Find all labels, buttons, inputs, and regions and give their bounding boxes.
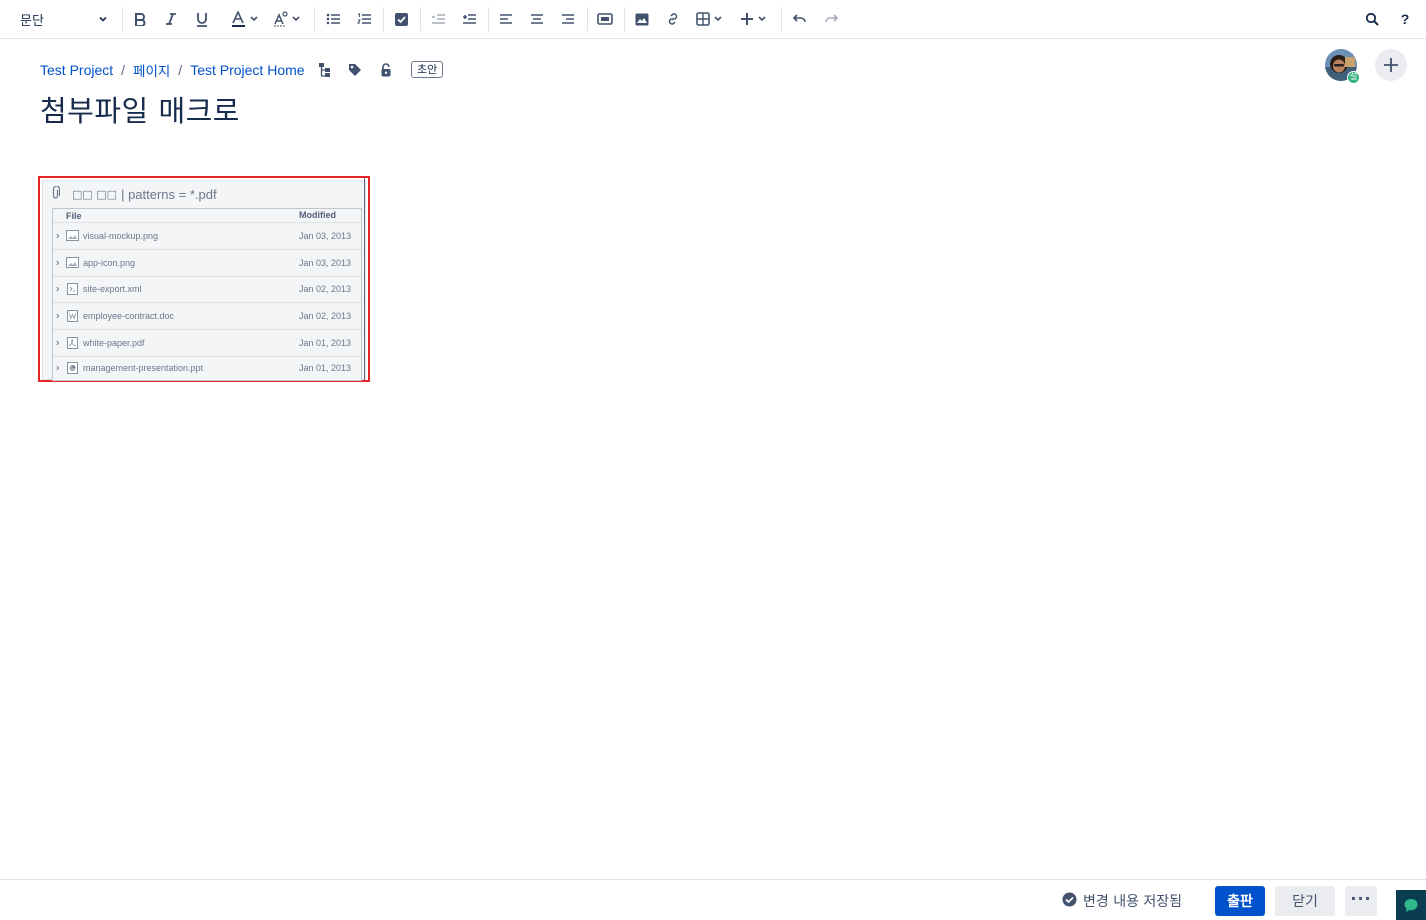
table-row[interactable]: › employee-contract.doc Jan 02, 2013 bbox=[53, 303, 361, 331]
macro-header: □□ □□ | patterns = *.pdf bbox=[51, 184, 217, 203]
chevron-right-icon[interactable]: › bbox=[56, 257, 59, 268]
file-name: app-icon.png bbox=[83, 257, 136, 268]
text-color-icon[interactable] bbox=[228, 6, 262, 32]
unlock-icon[interactable] bbox=[378, 61, 394, 79]
editor-footer: 변경 내용 저장됨 출판 닫기 ··· bbox=[0, 879, 1426, 920]
align-center-icon[interactable] bbox=[527, 6, 547, 32]
table-row[interactable]: › management-presentation.ppt Jan 01, 20… bbox=[53, 357, 361, 380]
plus-icon bbox=[1384, 58, 1398, 72]
avatar-badge: 설 bbox=[1347, 71, 1360, 84]
column-header-file: File bbox=[66, 211, 82, 221]
ppt-file-icon bbox=[66, 362, 79, 375]
macro-params: | patterns = *.pdf bbox=[121, 186, 217, 202]
insert-icon[interactable] bbox=[738, 6, 772, 32]
table-row[interactable]: › white-paper.pdf Jan 01, 2013 bbox=[53, 330, 361, 357]
breadcrumb-item-pages[interactable]: 페이지 bbox=[133, 60, 170, 80]
image-icon[interactable] bbox=[632, 6, 652, 32]
redo-icon[interactable] bbox=[821, 6, 841, 32]
task-list-icon[interactable] bbox=[391, 6, 411, 32]
align-right-icon[interactable] bbox=[558, 6, 578, 32]
word-file-icon bbox=[66, 310, 79, 323]
page-title[interactable]: 첨부파일 매크로 bbox=[40, 88, 240, 130]
text-style-icon[interactable] bbox=[272, 6, 304, 32]
numbered-list-icon[interactable] bbox=[354, 6, 374, 32]
file-date: Jan 02, 2013 bbox=[299, 311, 352, 322]
chevron-right-icon[interactable]: › bbox=[56, 311, 59, 322]
editor-toolbar: 문단 ? bbox=[0, 0, 1426, 39]
page-tree-icon[interactable] bbox=[317, 61, 333, 79]
pdf-file-icon bbox=[66, 337, 79, 350]
file-date: Jan 02, 2013 bbox=[299, 284, 352, 295]
indent-icon[interactable] bbox=[459, 6, 479, 32]
table-row[interactable]: › site-export.xml Jan 02, 2013 bbox=[53, 277, 361, 304]
table-icon[interactable] bbox=[694, 6, 728, 32]
attachments-table: File Modified › visual-mockup.png Jan 03… bbox=[52, 208, 362, 381]
chevron-right-icon[interactable]: › bbox=[56, 363, 59, 374]
macro-name: □□ □□ bbox=[72, 187, 118, 201]
breadcrumb-item-project[interactable]: Test Project bbox=[40, 62, 113, 78]
file-date: Jan 01, 2013 bbox=[299, 338, 352, 349]
attachments-macro[interactable]: □□ □□ | patterns = *.pdf File Modified ›… bbox=[38, 176, 370, 382]
save-status: 변경 내용 저장됨 bbox=[1062, 891, 1182, 911]
bold-icon[interactable] bbox=[130, 6, 150, 32]
align-left-icon[interactable] bbox=[496, 6, 516, 32]
file-date: Jan 03, 2013 bbox=[299, 230, 352, 241]
table-header: File Modified bbox=[53, 209, 361, 223]
attachments-macro-body: □□ □□ | patterns = *.pdf File Modified ›… bbox=[42, 180, 366, 381]
image-file-icon bbox=[66, 256, 79, 269]
file-date: Jan 03, 2013 bbox=[299, 257, 352, 268]
save-status-text: 변경 내용 저장됨 bbox=[1083, 894, 1183, 910]
label-tag-icon[interactable] bbox=[347, 61, 363, 79]
bullet-list-icon[interactable] bbox=[323, 6, 343, 32]
breadcrumb-separator: / bbox=[178, 62, 183, 78]
outdent-icon[interactable] bbox=[428, 6, 448, 32]
paragraph-style-label: 문단 bbox=[20, 13, 44, 29]
chevron-right-icon[interactable]: › bbox=[56, 284, 59, 295]
macro-divider bbox=[364, 178, 365, 380]
file-name: management-presentation.ppt bbox=[83, 363, 204, 374]
search-icon[interactable] bbox=[1362, 6, 1382, 32]
breadcrumb-item-home[interactable]: Test Project Home bbox=[190, 62, 304, 78]
file-date: Jan 01, 2013 bbox=[299, 363, 352, 374]
column-header-modified: Modified bbox=[299, 210, 336, 220]
publish-button[interactable]: 출판 bbox=[1215, 886, 1265, 916]
link-icon[interactable] bbox=[663, 6, 683, 32]
italic-icon[interactable] bbox=[161, 6, 181, 32]
paragraph-style-dropdown[interactable]: 문단 bbox=[14, 6, 114, 32]
breadcrumb: Test Project / 페이지 / Test Project Home bbox=[40, 60, 305, 80]
check-circle-icon bbox=[1062, 892, 1077, 911]
file-name: white-paper.pdf bbox=[83, 338, 145, 349]
image-file-icon bbox=[66, 229, 79, 242]
paperclip-icon bbox=[51, 184, 61, 203]
table-row[interactable]: › app-icon.png Jan 03, 2013 bbox=[53, 250, 361, 277]
help-icon[interactable]: ? bbox=[1395, 6, 1415, 32]
file-name: employee-contract.doc bbox=[83, 311, 175, 322]
layout-icon[interactable] bbox=[595, 6, 615, 32]
add-collaborator-button[interactable] bbox=[1375, 49, 1407, 81]
status-badge: 초안 bbox=[411, 61, 444, 78]
chat-icon[interactable] bbox=[1396, 890, 1426, 920]
undo-icon[interactable] bbox=[790, 6, 810, 32]
file-name: visual-mockup.png bbox=[83, 230, 159, 241]
table-row[interactable]: › visual-mockup.png Jan 03, 2013 bbox=[53, 223, 361, 250]
code-file-icon bbox=[66, 283, 79, 296]
chevron-right-icon[interactable]: › bbox=[56, 230, 59, 241]
chevron-down-icon bbox=[98, 14, 108, 24]
file-name: site-export.xml bbox=[83, 284, 142, 295]
close-button[interactable]: 닫기 bbox=[1275, 886, 1335, 916]
chevron-right-icon[interactable]: › bbox=[56, 338, 59, 349]
more-actions-button[interactable]: ··· bbox=[1345, 886, 1377, 916]
underline-icon[interactable] bbox=[192, 6, 212, 32]
breadcrumb-separator: / bbox=[121, 62, 126, 78]
